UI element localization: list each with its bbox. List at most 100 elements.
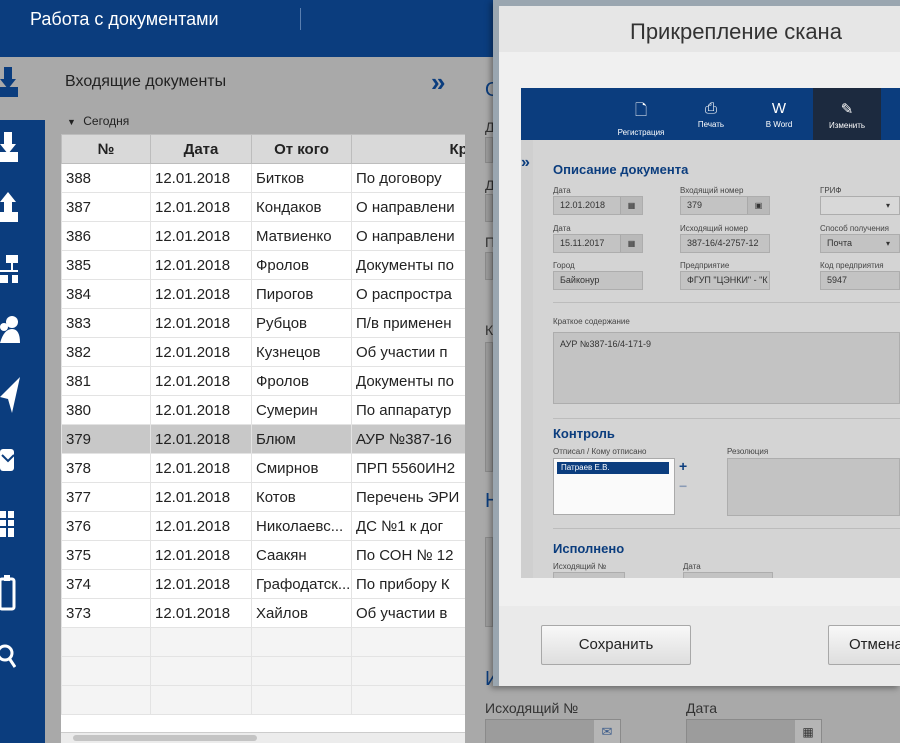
section-description-title: Описание документа <box>553 162 689 177</box>
calendar-icon[interactable]: ▦ <box>795 720 821 743</box>
attach-scan-dialog: Прикрепление скана 🗋 Регистрация ⎙ Печат… <box>493 0 900 686</box>
table-cell: По аппаратур <box>351 395 465 425</box>
cancel-button[interactable]: Отмена <box>828 625 900 665</box>
form-field[interactable] <box>485 537 493 627</box>
field-label: Исходящий № <box>553 562 607 571</box>
field-label: Код предприятия <box>820 261 884 270</box>
table-cell: 12.01.2018 <box>150 569 252 599</box>
save-button[interactable]: Сохранить <box>541 625 691 665</box>
field-label: Дата <box>683 562 701 571</box>
table-cell: 12.01.2018 <box>150 366 252 396</box>
horizontal-scrollbar[interactable] <box>61 732 465 743</box>
table-cell: 386 <box>61 221 151 251</box>
table-cell: 388 <box>61 163 151 193</box>
upload-icon[interactable] <box>0 190 18 226</box>
table-cell: 379 <box>61 424 151 454</box>
table-cell: О распростра <box>351 279 465 309</box>
users-icon[interactable] <box>0 313 20 347</box>
field-label: Отписал / Кому отписано <box>553 447 647 456</box>
empty-cell <box>61 685 151 715</box>
form-field[interactable] <box>485 342 493 472</box>
table-row[interactable]: 387 12.01.2018 Кондаков О направлени <box>61 192 465 222</box>
table-cell: Кузнецов <box>251 337 352 367</box>
mail-icon[interactable] <box>0 443 16 477</box>
group-label: Сегодня <box>83 114 130 128</box>
table-row[interactable]: 378 12.01.2018 Смирнов ПРП 5560ИН2 <box>61 453 465 483</box>
table-row[interactable]: 375 12.01.2018 Саакян По СОН № 12 <box>61 540 465 570</box>
table-row[interactable]: 384 12.01.2018 Пирогов О распростра <box>61 279 465 309</box>
table-row[interactable]: 380 12.01.2018 Сумерин По аппаратур <box>61 395 465 425</box>
form-field[interactable] <box>485 137 493 163</box>
table-row[interactable]: 386 12.01.2018 Матвиенко О направлени <box>61 221 465 251</box>
table-cell: П/в применен <box>351 308 465 338</box>
field-label: Предприятие <box>680 261 730 270</box>
table-cell: Фролов <box>251 250 352 280</box>
table-row[interactable]: 388 12.01.2018 Битков По договору <box>61 163 465 193</box>
field-label: Резолюция <box>727 447 769 456</box>
search-icon[interactable] <box>0 637 16 677</box>
field-text: Почта <box>827 238 852 248</box>
empty-cell <box>251 656 352 686</box>
scan-toolbar-register: 🗋 Регистрация <box>607 88 675 140</box>
empty-row <box>61 685 465 715</box>
table-cell: Сумерин <box>251 395 352 425</box>
word-icon: W <box>771 100 787 117</box>
rail-item-incoming[interactable] <box>0 57 45 120</box>
table-icon[interactable] <box>0 507 16 541</box>
table-header-row: № Дата От кого Крат <box>61 134 465 164</box>
empty-cell <box>351 685 465 715</box>
documents-table: № Дата От кого Крат 38812.01.2018БитковП… <box>61 134 465 743</box>
panel-title: Входящие документы <box>65 73 227 90</box>
table-cell: Саакян <box>251 540 352 570</box>
column-header[interactable]: От кого <box>251 134 352 164</box>
table-row[interactable]: 381 12.01.2018 Фролов Документы по <box>61 366 465 396</box>
empty-cell <box>61 627 151 657</box>
empty-cell <box>251 627 352 657</box>
column-header[interactable]: Крат <box>351 134 465 164</box>
table-row[interactable]: 385 12.01.2018 Фролов Документы по <box>61 250 465 280</box>
dropdown-icon: ▾ <box>885 201 890 210</box>
form-field[interactable] <box>485 252 493 280</box>
download-icon[interactable] <box>0 130 18 166</box>
table-row[interactable]: 383 12.01.2018 Рубцов П/в применен <box>61 308 465 338</box>
table-cell: Фролов <box>251 366 352 396</box>
table-row[interactable]: 377 12.01.2018 Котов Перечень ЭРИ <box>61 482 465 512</box>
field-value: 12.01.2018 ▦ <box>553 196 643 215</box>
side-rail <box>0 57 45 743</box>
dialog-footer: Сохранить Отмена <box>499 606 900 686</box>
table-cell: 12.01.2018 <box>150 192 252 222</box>
column-header[interactable]: № <box>61 134 151 164</box>
clipboard-icon[interactable] <box>0 573 16 611</box>
table-row[interactable]: 373 12.01.2018 Хайлов Об участии в <box>61 598 465 628</box>
toolbar-label: В Word <box>765 120 793 129</box>
form-field[interactable] <box>485 194 493 222</box>
table-row[interactable]: 382 12.01.2018 Кузнецов Об участии п <box>61 337 465 367</box>
table-row[interactable]: 379 12.01.2018 Блюм АУР №387-16 <box>61 424 465 454</box>
scrollbar-thumb[interactable] <box>73 735 257 741</box>
header-divider <box>300 8 301 30</box>
table-row[interactable]: 374 12.01.2018 Графодатск... По прибору К <box>61 569 465 599</box>
list-item: Патраев Е.В. <box>557 462 669 474</box>
scan-toolbar-edit: ✎ Изменить <box>813 88 881 140</box>
envelope-icon[interactable]: ✉ <box>594 720 620 743</box>
table-cell: 12.01.2018 <box>150 424 252 454</box>
table-cell: Смирнов <box>251 453 352 483</box>
field-value <box>683 572 773 578</box>
field-value: ▾ <box>820 196 900 215</box>
org-structure-icon[interactable] <box>0 253 18 287</box>
send-icon[interactable] <box>0 375 20 415</box>
table-cell: ПРП 5560ИН2 <box>351 453 465 483</box>
table-row[interactable]: 376 12.01.2018 Николаевс... ДС №1 к дог <box>61 511 465 541</box>
table-cell: ДС №1 к дог <box>351 511 465 541</box>
group-header-today[interactable]: ▼ Сегодня <box>67 114 129 128</box>
form-stub: К <box>485 322 494 338</box>
table-cell: 12.01.2018 <box>150 163 252 193</box>
column-header[interactable]: Дата <box>150 134 252 164</box>
divider <box>553 302 900 303</box>
table-cell: О направлени <box>351 221 465 251</box>
table-cell: Матвиенко <box>251 221 352 251</box>
date-field[interactable]: ▦ <box>686 719 822 743</box>
outgoing-number-field[interactable]: ✉ <box>485 719 621 743</box>
toolbar-label: Печать <box>697 120 725 129</box>
expand-panel-button[interactable]: » <box>431 67 445 98</box>
